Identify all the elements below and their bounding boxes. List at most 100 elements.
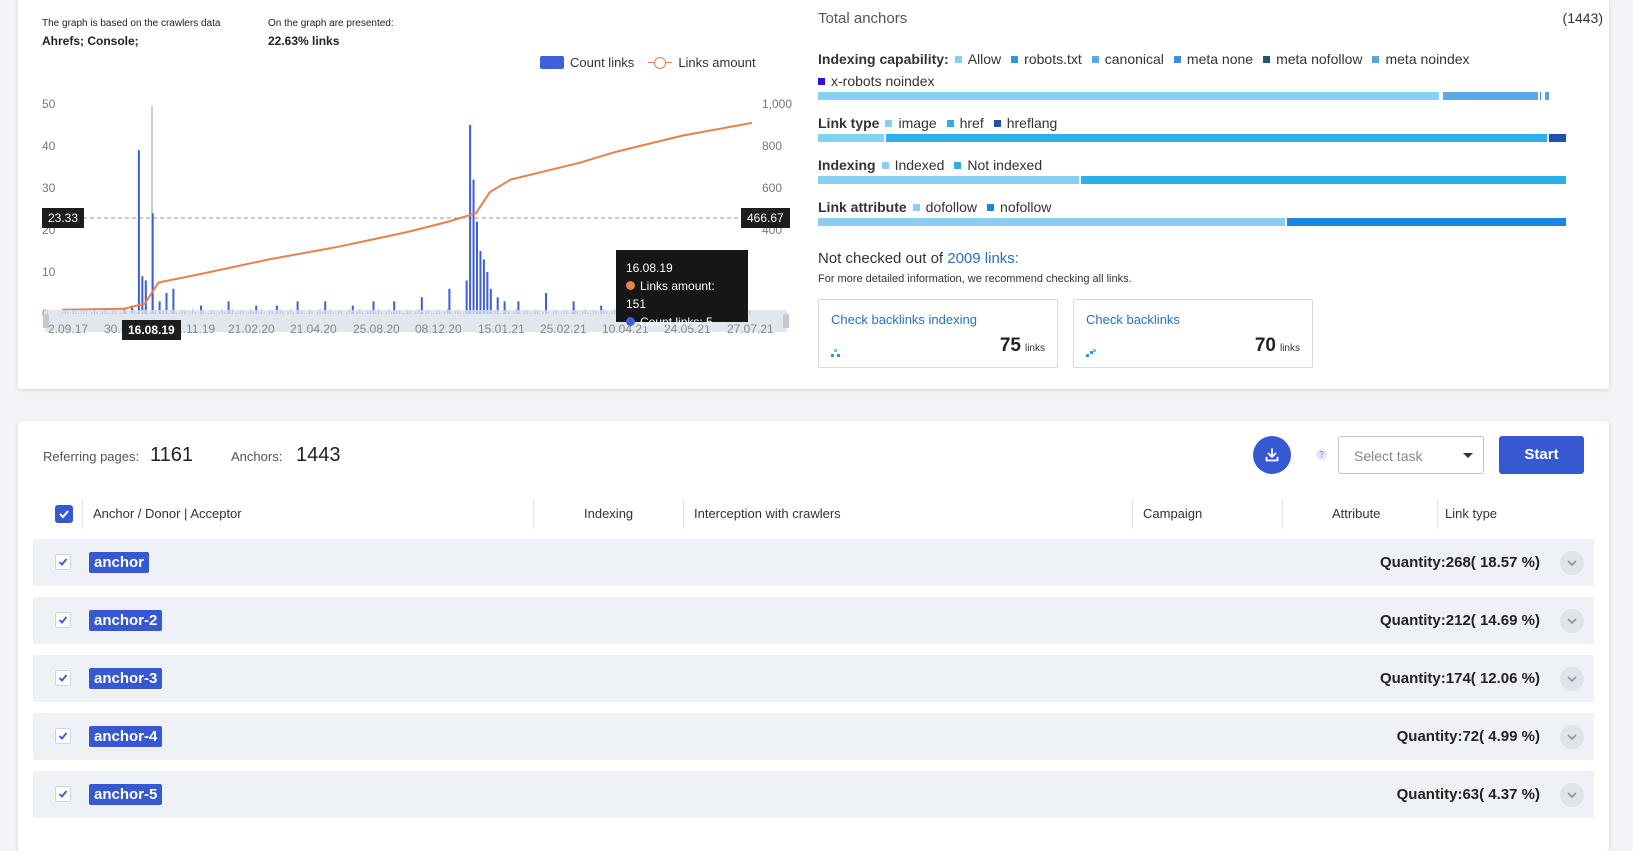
x-tick-label: 25.08.20 (353, 322, 400, 336)
header-link-type[interactable]: Link type (1445, 499, 1497, 529)
check-indexing-count: 75 (1000, 335, 1021, 356)
check-indexing-card[interactable]: Check backlinks indexing 75links (818, 299, 1058, 368)
header-interception[interactable]: Interception with crawlers (694, 499, 841, 529)
check-icon (58, 557, 68, 567)
category-legend-item[interactable]: meta noindex (1372, 48, 1469, 70)
count-links-bar[interactable] (483, 259, 485, 314)
header-indexing[interactable]: Indexing (584, 499, 633, 529)
legend-label: Not indexed (967, 154, 1042, 176)
legend-label: dofollow (926, 196, 977, 218)
category-legend-item[interactable]: robots.txt (1011, 48, 1082, 70)
stacked-bar-segment[interactable] (818, 92, 1441, 100)
row-checkbox[interactable] (55, 728, 71, 744)
referring-pages-value: 1161 (150, 444, 193, 467)
count-links-bar[interactable] (486, 272, 488, 314)
table-row[interactable]: anchor-2Quantity:212( 14.69 %) (33, 597, 1594, 644)
category-legend-item[interactable]: Indexed (882, 154, 945, 176)
count-links-bar[interactable] (476, 222, 478, 314)
category-legend-item[interactable]: dofollow (913, 196, 977, 218)
expand-row-button[interactable] (1560, 667, 1584, 691)
x-tick-label: 08.12.20 (415, 322, 462, 336)
category-legend-item[interactable]: hreflang (994, 112, 1058, 134)
anchor-tag[interactable]: anchor-2 (89, 610, 162, 631)
category-legend-item[interactable]: meta none (1174, 48, 1253, 70)
legend-label: meta nofollow (1276, 48, 1362, 70)
crosshair-date-flag: 16.08.19 (122, 320, 181, 340)
stacked-bar-segment[interactable] (1287, 218, 1568, 226)
select-all-checkbox[interactable] (55, 505, 73, 523)
tooltip-links-amount: Links amount: 151 (626, 279, 715, 311)
table-row[interactable]: anchor-5Quantity:63( 4.37 %) (33, 771, 1594, 818)
legend-label: href (960, 112, 984, 134)
check-backlinks-label[interactable]: Check backlinks (1086, 312, 1180, 327)
anchor-tag[interactable]: anchor (89, 552, 149, 573)
header-attribute[interactable]: Attribute (1332, 499, 1380, 529)
stacked-bar-segment[interactable] (886, 134, 1550, 142)
count-links-bar[interactable] (138, 150, 140, 314)
category-stacked-bar[interactable] (818, 176, 1568, 184)
expand-row-button[interactable] (1560, 609, 1584, 633)
row-checkbox[interactable] (55, 670, 71, 686)
row-quantity: Quantity:268( 18.57 %) (1380, 554, 1540, 571)
header-campaign[interactable]: Campaign (1143, 499, 1202, 529)
category-legend-item[interactable]: meta nofollow (1263, 48, 1362, 70)
table-row[interactable]: anchor Quantity:268( 18.57 %) (33, 539, 1594, 586)
category-legend-item[interactable]: Allow (955, 48, 1001, 70)
select-task-dropdown[interactable]: Select task (1338, 436, 1484, 474)
check-backlinks-unit: links (1280, 343, 1300, 354)
count-links-bar[interactable] (469, 125, 471, 314)
table-row[interactable]: anchor-3Quantity:174( 12.06 %) (33, 655, 1594, 702)
anchor-tag[interactable]: anchor-5 (89, 784, 162, 805)
category-legend-item[interactable]: canonical (1092, 48, 1164, 70)
check-indexing-label[interactable]: Check backlinks indexing (831, 312, 977, 327)
category-stacked-bar[interactable] (818, 134, 1568, 142)
category-title: Indexing (818, 154, 876, 176)
stacked-bar-segment[interactable] (1081, 176, 1569, 184)
anchor-tag[interactable]: anchor-4 (89, 726, 162, 747)
category-stacked-bar[interactable] (818, 218, 1568, 226)
category-legend-item[interactable]: nofollow (987, 196, 1051, 218)
legend-swatch (1092, 56, 1099, 63)
count-links-bar[interactable] (145, 280, 147, 314)
stacked-bar-segment[interactable] (818, 218, 1287, 226)
count-links-bar[interactable] (141, 276, 143, 314)
count-links-bar[interactable] (479, 251, 481, 314)
row-checkbox[interactable] (55, 612, 71, 628)
legend-label: meta none (1187, 48, 1253, 70)
category-legend-item[interactable]: href (947, 112, 984, 134)
crosshair-right-value: 466.67 (741, 208, 790, 228)
y-right-tick-label: 600 (762, 181, 782, 195)
y-left-tick-label: 30 (42, 181, 56, 195)
stacked-bar-segment[interactable] (1551, 92, 1553, 100)
anchor-tag[interactable]: anchor-3 (89, 668, 162, 689)
stacked-bar-segment[interactable] (1443, 92, 1541, 100)
row-checkbox[interactable] (55, 554, 71, 570)
count-links-bar[interactable] (473, 180, 475, 314)
table-row[interactable]: anchor-4Quantity:72( 4.99 %) (33, 713, 1594, 760)
row-checkbox[interactable] (55, 786, 71, 802)
check-icon (58, 508, 70, 520)
expand-row-button[interactable] (1560, 725, 1584, 749)
category-legend-item[interactable]: Not indexed (954, 154, 1042, 176)
count-links-bar[interactable] (466, 280, 468, 314)
count-links-bar[interactable] (152, 213, 154, 314)
navigator-right-handle[interactable] (783, 314, 789, 328)
check-backlinks-card[interactable]: Check backlinks 70links (1073, 299, 1313, 368)
stacked-bar-segment[interactable] (1549, 134, 1568, 142)
category-legend-item[interactable]: x-robots noindex (818, 70, 935, 92)
download-icon (1264, 447, 1280, 463)
stacked-bar-segment[interactable] (818, 134, 886, 142)
category-legend-item[interactable]: image (885, 112, 936, 134)
anchors-value: 1443 (296, 444, 341, 467)
start-button[interactable]: Start (1499, 436, 1584, 474)
expand-row-button[interactable] (1560, 551, 1584, 575)
expand-row-button[interactable] (1560, 783, 1584, 807)
not-checked-link[interactable]: 2009 links: (947, 250, 1019, 267)
check-icon (58, 789, 68, 799)
header-anchor[interactable]: Anchor / Donor | Acceptor (93, 499, 242, 529)
stacked-bar-segment[interactable] (818, 176, 1081, 184)
legend-swatch (1011, 56, 1018, 63)
download-button[interactable] (1253, 436, 1291, 474)
category-stacked-bar[interactable] (818, 92, 1568, 100)
help-icon[interactable]: ? (1316, 449, 1327, 460)
